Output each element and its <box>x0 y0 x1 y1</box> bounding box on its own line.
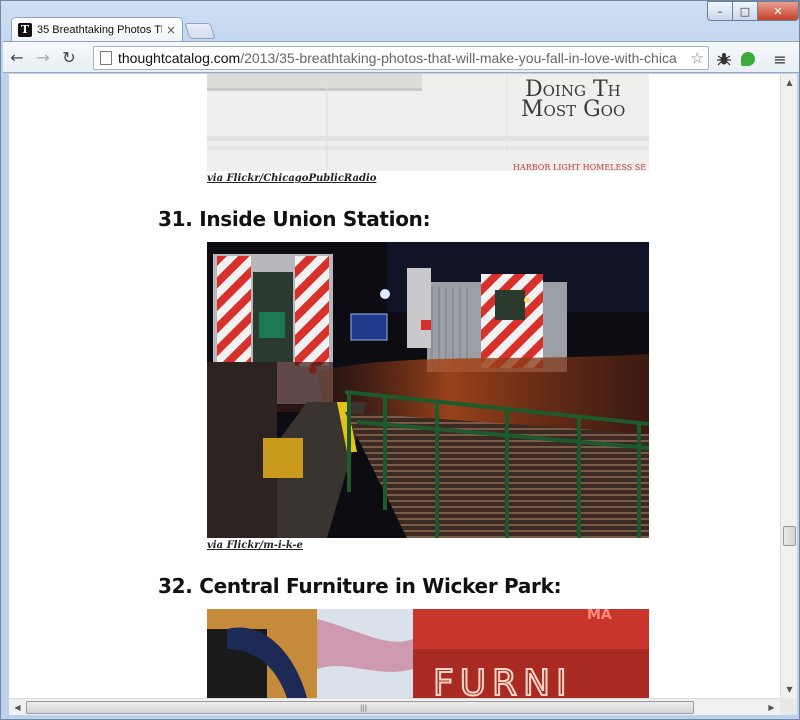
tab-close-icon[interactable]: × <box>166 23 176 37</box>
page-viewport: Doing Th Most Goo HARBOR LIGHT HOMELESS … <box>9 74 780 698</box>
horizontal-scroll-thumb[interactable]: ||| <box>26 701 694 714</box>
tab-active[interactable]: T 35 Breathtaking Photos Th × <box>11 17 183 41</box>
chrome-menu-button[interactable]: ≡ <box>771 50 789 69</box>
sign-line-2: Most Goo <box>521 97 625 122</box>
photo-credit-link[interactable]: via Flickr/ChicagoPublicRadio <box>207 173 376 184</box>
close-window-button[interactable]: ✕ <box>757 1 799 21</box>
browser-window: T 35 Breathtaking Photos Th × – □ ✕ ← → … <box>0 0 800 720</box>
photo-credit-link[interactable]: via Flickr/m-i-k-e <box>207 540 303 551</box>
sign-footer-text: HARBOR LIGHT HOMELESS SE <box>513 163 646 171</box>
scroll-right-arrow-icon[interactable]: ▶ <box>763 699 780 716</box>
vertical-scrollbar[interactable]: ▲ ▼ <box>780 74 797 698</box>
minimize-button[interactable]: – <box>707 1 733 21</box>
section-heading-32: 32. Central Furniture in Wicker Park: <box>158 574 562 598</box>
photo-harbor-light-sign: Doing Th Most Goo HARBOR LIGHT HOMELESS … <box>207 74 649 171</box>
url-text: thoughtcatalog.com/2013/35-breathtaking-… <box>118 50 694 66</box>
browser-toolbar: ← → ↻ thoughtcatalog.com/2013/35-breatht… <box>3 41 799 73</box>
address-bar[interactable]: thoughtcatalog.com/2013/35-breathtaking-… <box>93 46 709 70</box>
section-heading-31: 31. Inside Union Station: <box>158 207 431 231</box>
vertical-scroll-thumb[interactable] <box>783 526 796 546</box>
scroll-up-arrow-icon[interactable]: ▲ <box>781 74 798 91</box>
bug-icon[interactable] <box>715 50 733 68</box>
tab-strip: T 35 Breathtaking Photos Th × – □ ✕ <box>1 1 800 41</box>
scroll-down-arrow-icon[interactable]: ▼ <box>781 681 798 698</box>
scrollbar-corner <box>780 698 797 715</box>
back-button[interactable]: ← <box>5 45 29 69</box>
reload-button[interactable]: ↻ <box>57 45 81 69</box>
scroll-left-arrow-icon[interactable]: ◀ <box>9 699 26 716</box>
forward-button[interactable]: → <box>31 45 55 69</box>
url-domain: thoughtcatalog.com <box>118 50 241 66</box>
leaf-icon[interactable] <box>741 52 755 66</box>
thoughtcatalog-favicon-icon: T <box>18 22 32 37</box>
furniture-neon-sign: FURNI <box>433 663 573 698</box>
new-tab-button[interactable] <box>184 23 216 39</box>
page-icon <box>100 51 112 65</box>
horizontal-scrollbar[interactable]: ◀ ||| ▶ <box>9 698 780 715</box>
bookmark-star-icon[interactable]: ☆ <box>691 49 704 67</box>
maximize-button[interactable]: □ <box>732 1 758 21</box>
svg-text:MA: MA <box>587 609 612 623</box>
photo-central-furniture: MA FURNI <box>207 609 649 698</box>
scroll-grip-icon: ||| <box>360 704 368 712</box>
photo-union-station <box>207 242 649 538</box>
url-path: /2013/35-breathtaking-photos-that-will-m… <box>240 50 677 66</box>
tab-title: 35 Breathtaking Photos Th <box>37 23 162 36</box>
